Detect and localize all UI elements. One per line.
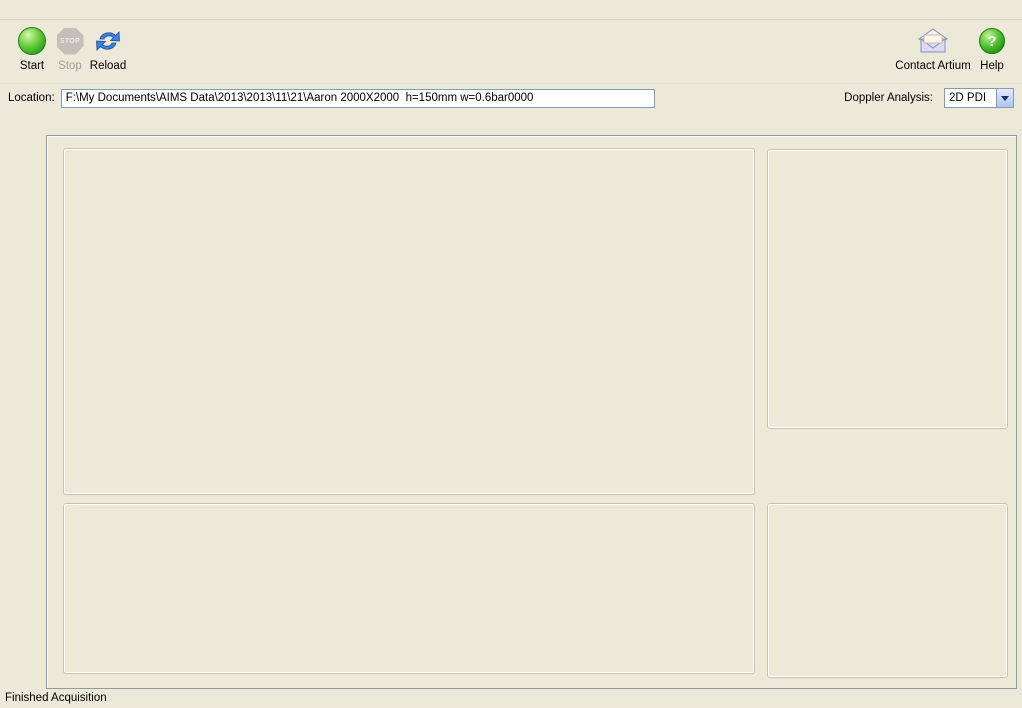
location-input[interactable] [61, 89, 655, 108]
toolbar: Start STOP Stop Reload Contact Artium ? … [0, 20, 1022, 84]
start-icon [18, 27, 46, 55]
pvc-histogram-chart [64, 149, 754, 494]
content-area [46, 113, 1017, 689]
tab-page-pdi-statistics-pvc [46, 135, 1017, 689]
pvc-histogram-groupbox [63, 148, 755, 495]
menu-bar [0, 0, 1022, 20]
location-label: Location: [8, 92, 55, 104]
envelope-icon [915, 27, 951, 55]
stop-icon: STOP [57, 28, 84, 55]
reload-icon [94, 27, 122, 55]
help-icon: ? [979, 28, 1005, 54]
velocity-histogram-groupbox [63, 503, 755, 674]
contact-artium-button[interactable]: Contact Artium [891, 24, 975, 72]
pvc-statistics-panel [767, 149, 1008, 429]
reload-label: Reload [82, 60, 134, 72]
reload-button[interactable]: Reload [82, 24, 134, 72]
main-area [0, 113, 1022, 690]
velocity-histogram-chart [64, 504, 754, 673]
status-bar: Finished Acquisition [0, 690, 1022, 708]
doppler-analysis-value: 2D PDI [945, 92, 996, 104]
help-label: Help [972, 60, 1012, 72]
contact-artium-label: Contact Artium [891, 60, 975, 72]
location-row: Location: Doppler Analysis: 2D PDI [0, 84, 1022, 112]
help-button[interactable]: ? Help [972, 24, 1012, 72]
chevron-down-icon [1001, 96, 1009, 101]
doppler-analysis-dropdown[interactable]: 2D PDI [944, 88, 1014, 108]
tab-strip [46, 113, 1017, 136]
status-text: Finished Acquisition [5, 692, 107, 704]
dropdown-button[interactable] [996, 89, 1013, 107]
velocity-statistics-panel [767, 503, 1008, 678]
doppler-analysis-label: Doppler Analysis: [844, 92, 933, 104]
